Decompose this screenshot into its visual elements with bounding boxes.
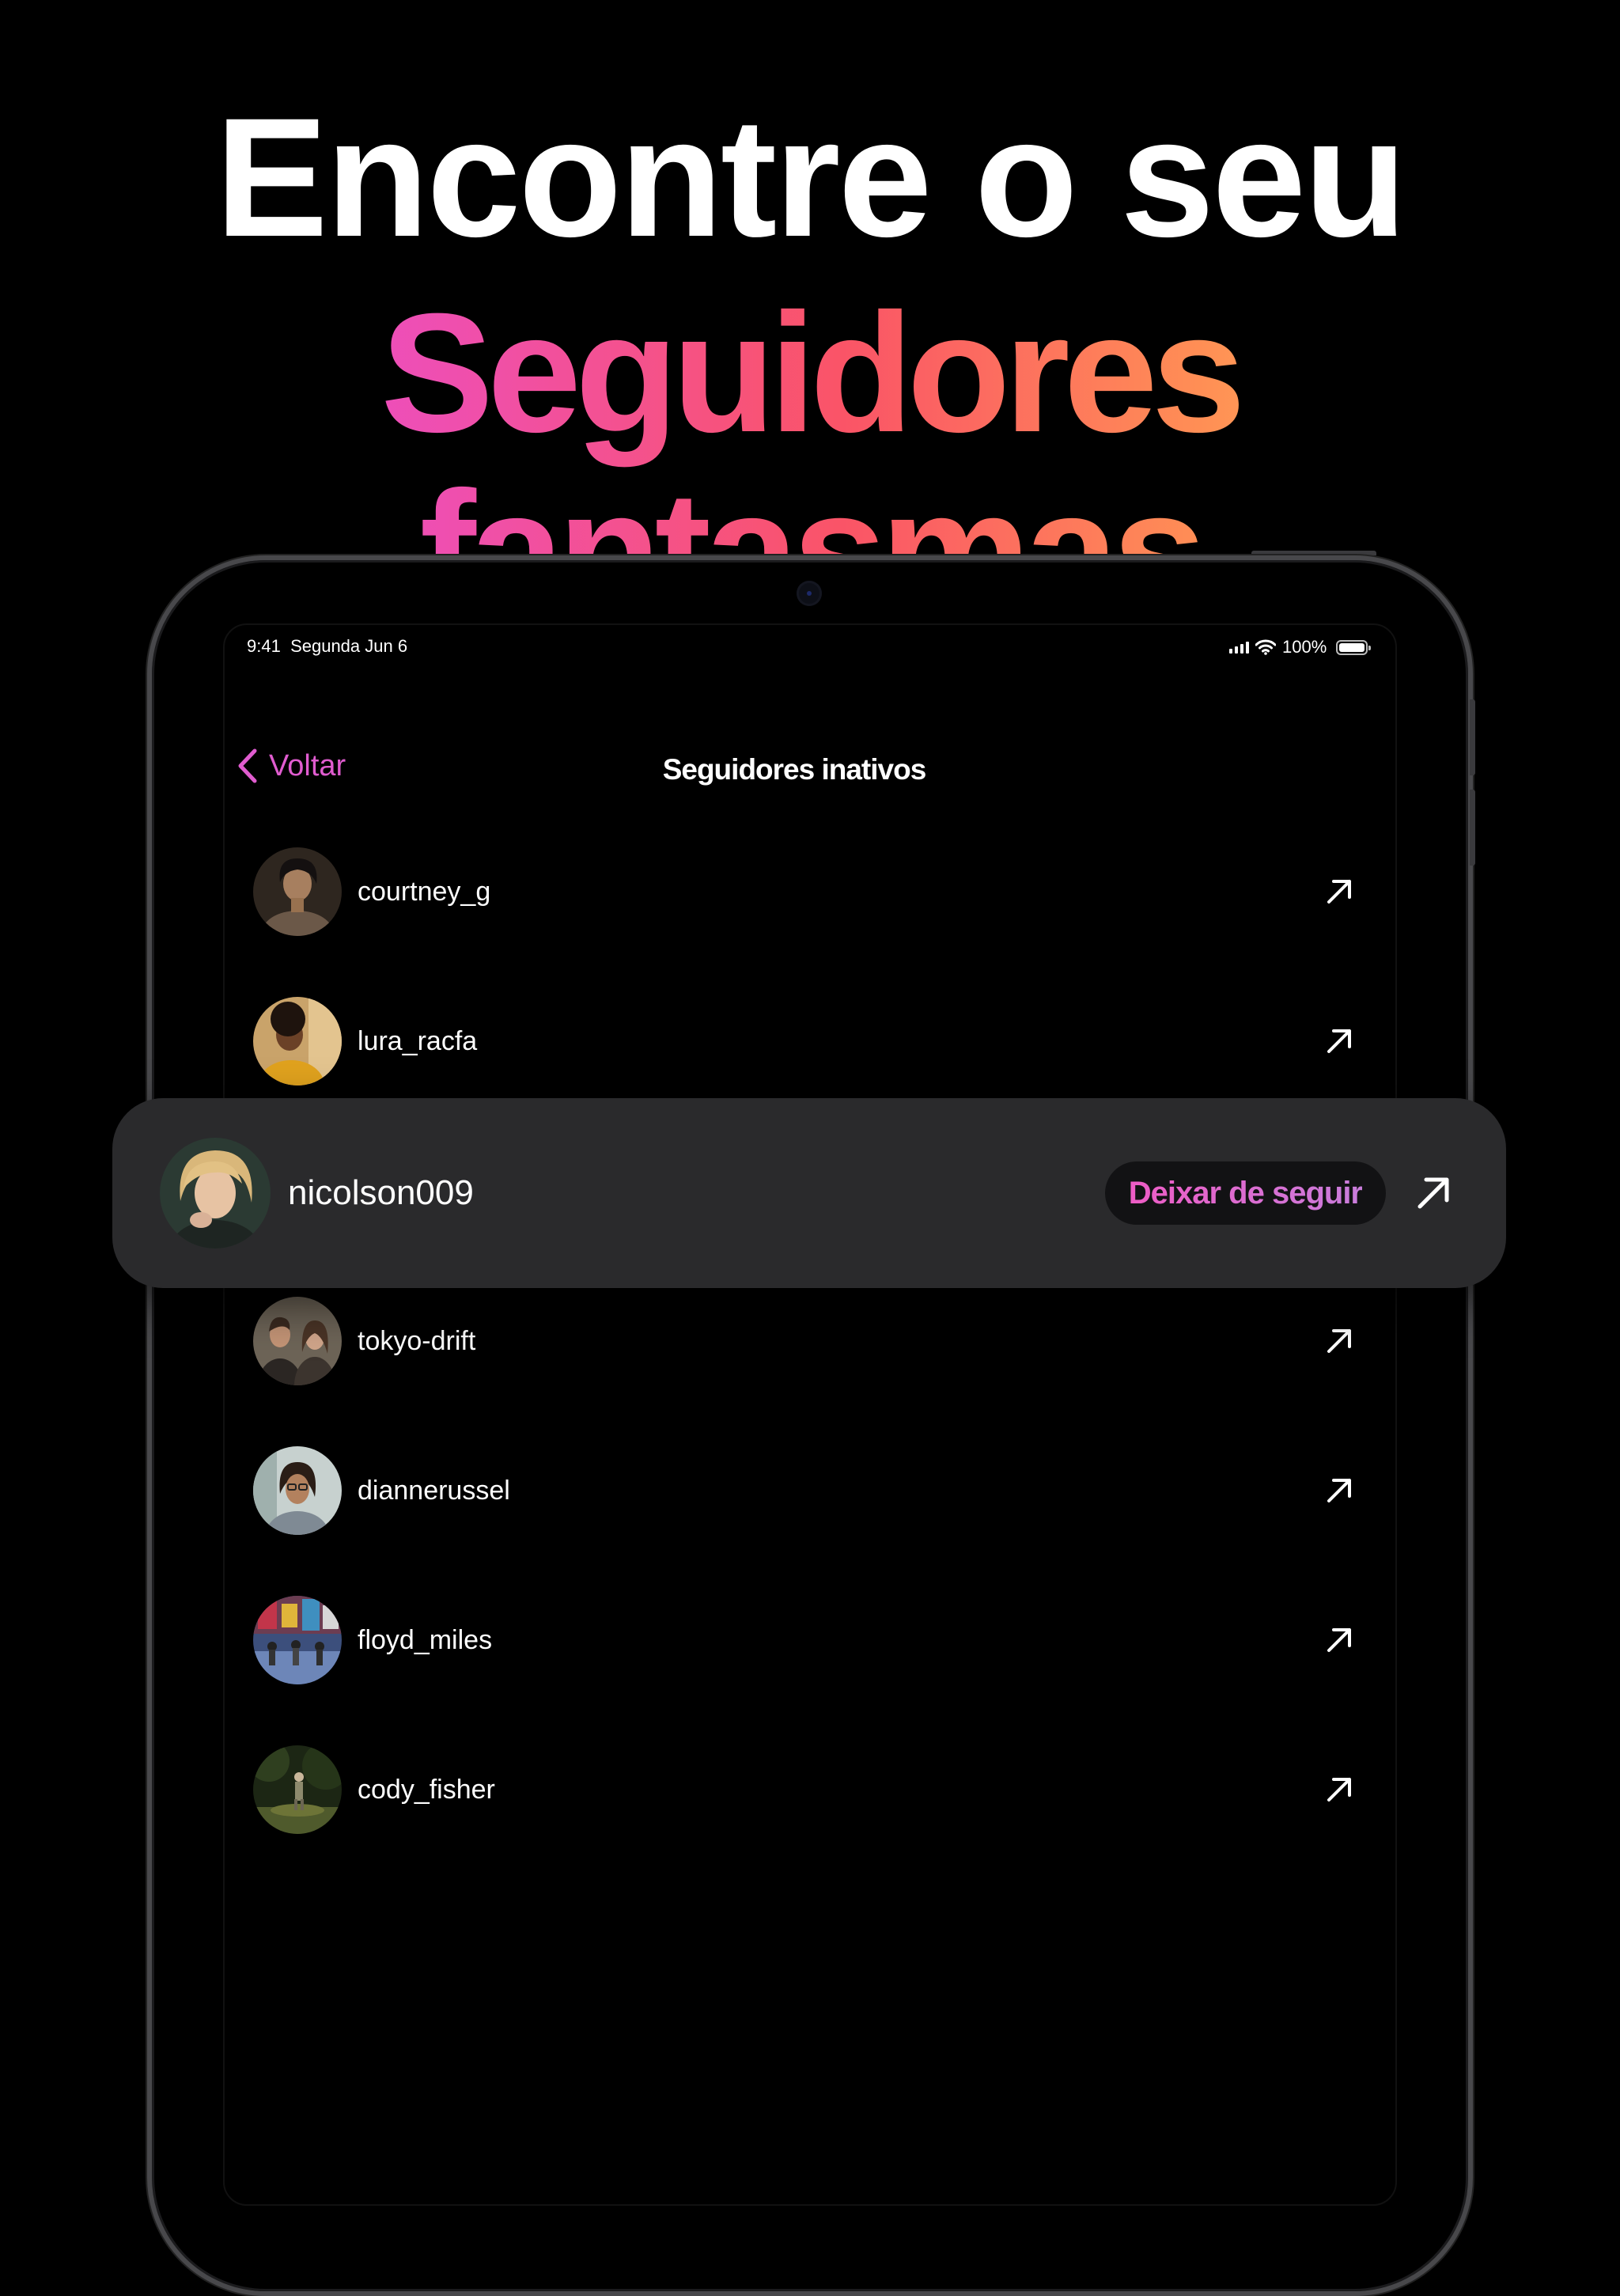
arrow-up-right-icon[interactable] [1319, 1021, 1359, 1061]
wifi-icon [1255, 639, 1276, 655]
avatar [253, 1446, 342, 1535]
page-title: Seguidores inativos [662, 753, 927, 786]
username: diannerussel [358, 1475, 510, 1506]
username: nicolson009 [288, 1173, 474, 1212]
avatar [253, 847, 342, 936]
list-item[interactable]: cody_fisher [253, 1745, 1367, 1835]
device-volume-down-button [1470, 790, 1475, 866]
avatar [253, 1596, 342, 1684]
status-time-date: 9:41 Segunda Jun 6 [247, 636, 407, 657]
headline-title: Encontre o seu [215, 83, 1407, 272]
arrow-up-right-icon[interactable] [1319, 1321, 1359, 1361]
list-item[interactable]: lura_racfa [253, 996, 1367, 1086]
arrow-up-right-icon[interactable] [1410, 1169, 1457, 1217]
list-item[interactable]: courtney_g [253, 847, 1367, 937]
list-item[interactable]: tokyo-drift [253, 1296, 1367, 1386]
username: tokyo-drift [358, 1325, 476, 1356]
username: cody_fisher [358, 1774, 495, 1805]
list-item[interactable]: diannerussel [253, 1445, 1367, 1536]
status-time: 9:41 [247, 636, 281, 656]
battery-icon [1336, 639, 1372, 655]
arrow-up-right-icon[interactable] [1319, 1770, 1359, 1809]
avatar [253, 1297, 342, 1385]
signal-icon [1229, 641, 1249, 654]
arrow-up-right-icon[interactable] [1319, 872, 1359, 911]
highlighted-user-card[interactable]: nicolson009 Deixar de seguir [112, 1098, 1506, 1288]
battery-percent: 100% [1282, 637, 1327, 657]
avatar [160, 1138, 271, 1248]
username: courtney_g [358, 876, 491, 907]
unfollow-label: Deixar de seguir [1128, 1175, 1363, 1211]
front-camera [797, 581, 822, 606]
avatar [253, 1745, 342, 1834]
list-item[interactable]: floyd_miles [253, 1595, 1367, 1685]
username: lura_racfa [358, 1025, 478, 1056]
arrow-up-right-icon[interactable] [1319, 1471, 1359, 1510]
avatar [253, 997, 342, 1085]
unfollow-button[interactable]: Deixar de seguir [1104, 1161, 1386, 1225]
status-indicators: 100% [1229, 636, 1372, 658]
status-date: Segunda Jun 6 [290, 636, 408, 656]
username: floyd_miles [358, 1624, 493, 1655]
arrow-up-right-icon[interactable] [1319, 1620, 1359, 1660]
